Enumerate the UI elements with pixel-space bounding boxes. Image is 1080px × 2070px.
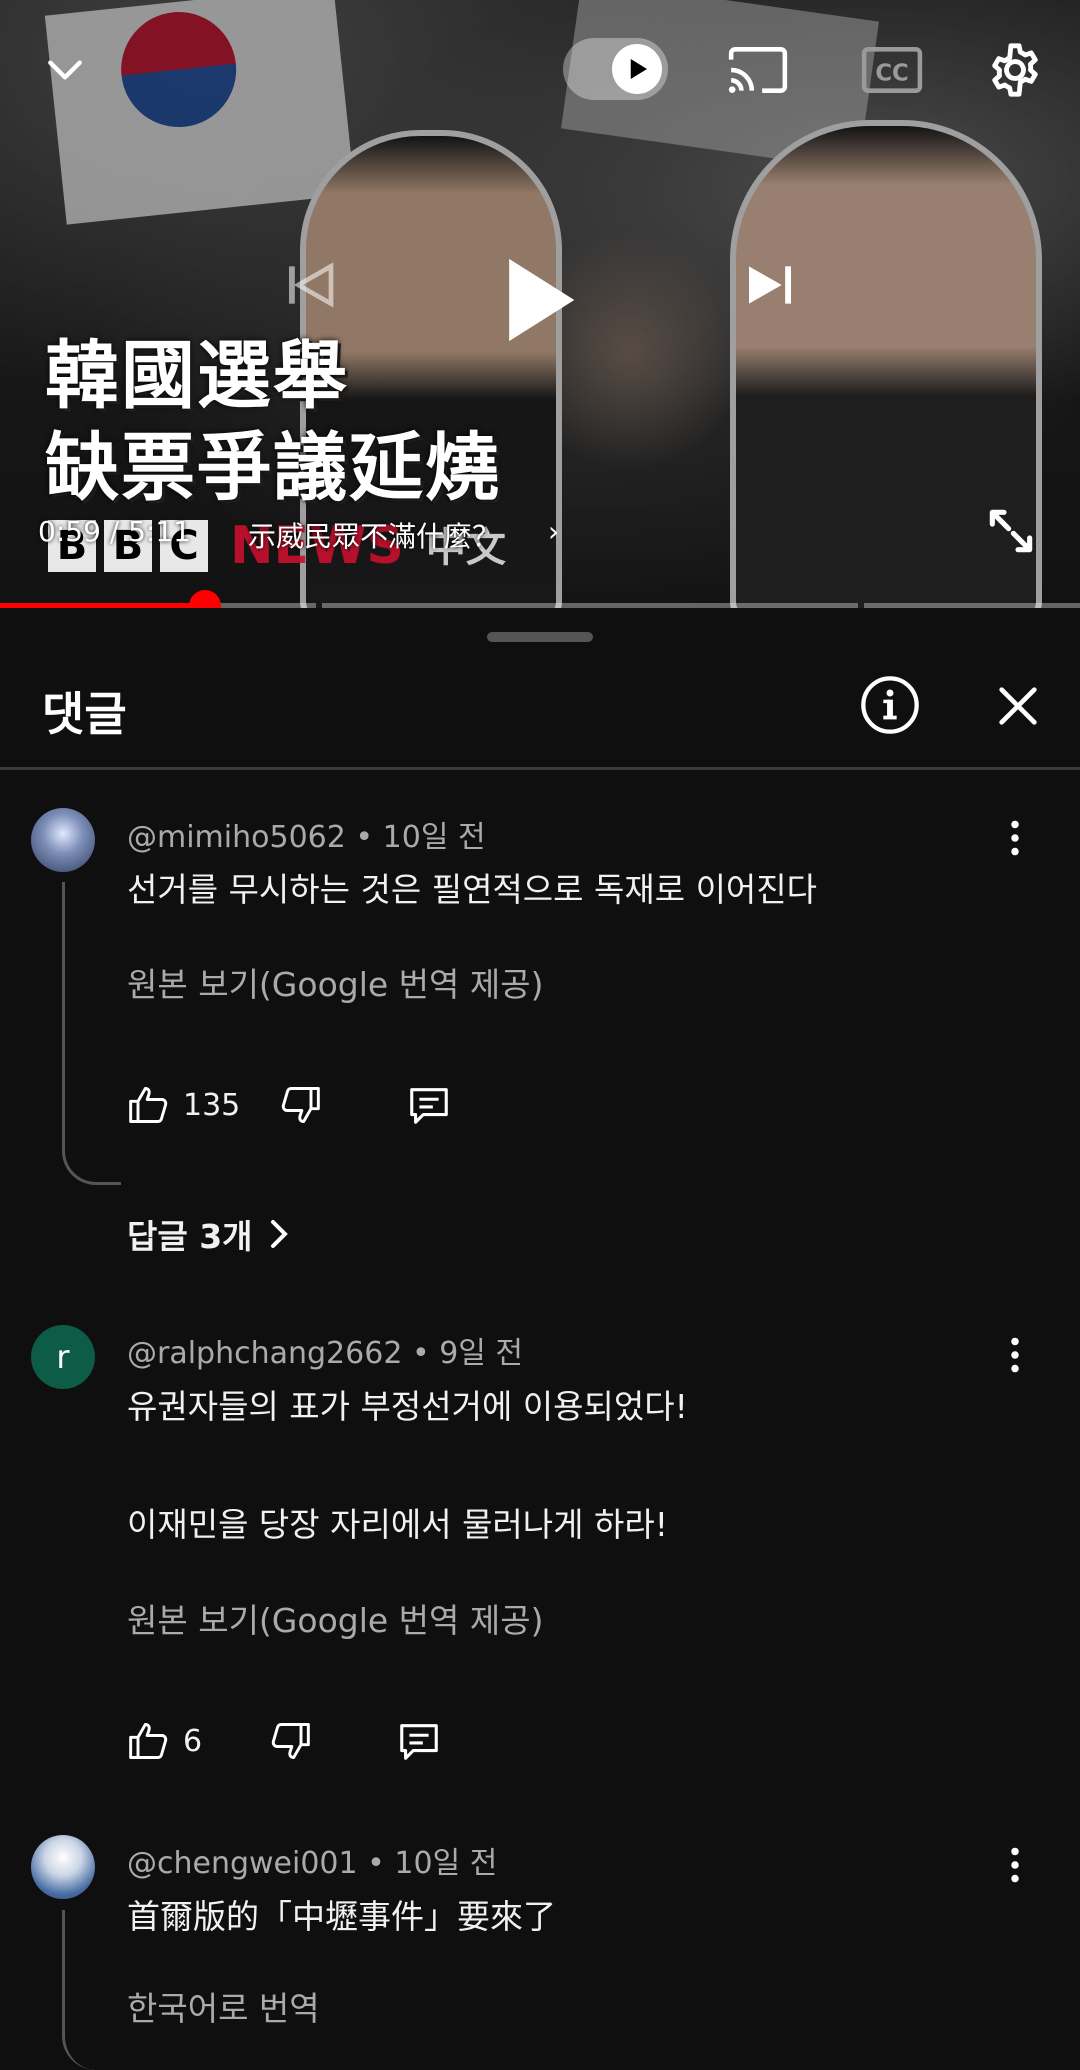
view-replies-button[interactable]: 답글 3개 bbox=[127, 1210, 291, 1258]
cast-icon[interactable] bbox=[718, 30, 798, 110]
replies-label: 답글 3개 bbox=[127, 1217, 253, 1256]
thumbs-up-icon[interactable] bbox=[127, 1083, 171, 1127]
autoplay-toggle-icon bbox=[612, 44, 662, 94]
time-display: 0:59 / 5:11 bbox=[38, 515, 191, 548]
more-options-icon[interactable] bbox=[990, 813, 1040, 863]
comment-meta: @mimiho5062 • 10일 전 bbox=[127, 812, 486, 856]
video-player[interactable]: 韓國選舉 缺票爭議延燒 B B C NEWS 中文 CC 0:59 / 5:11… bbox=[0, 0, 1080, 608]
chapter-segment bbox=[322, 603, 858, 608]
comment-author[interactable]: @mimiho5062 bbox=[127, 820, 346, 855]
translation-toggle[interactable]: 원본 보기(Google 번역 제공) bbox=[127, 1594, 543, 1642]
avatar[interactable] bbox=[31, 1835, 95, 1899]
reply-icon[interactable] bbox=[406, 1082, 452, 1128]
more-options-icon[interactable] bbox=[990, 1330, 1040, 1380]
fullscreen-icon[interactable] bbox=[983, 503, 1043, 563]
comment-meta: @ralphchang2662 • 9일 전 bbox=[127, 1328, 523, 1372]
translation-toggle[interactable]: 한국어로 번역 bbox=[127, 1982, 320, 2030]
close-icon[interactable] bbox=[990, 678, 1046, 734]
comment-meta: @chengwei001 • 10일 전 bbox=[127, 1838, 497, 1882]
panel-title: 댓글 bbox=[42, 687, 127, 741]
chevron-right-icon[interactable]: › bbox=[548, 515, 559, 548]
svg-text:CC: CC bbox=[875, 60, 908, 86]
comment-actions: 135 bbox=[127, 1080, 452, 1130]
meta-separator: • bbox=[355, 820, 374, 855]
progress-played bbox=[0, 603, 206, 608]
chevron-down-icon[interactable] bbox=[30, 30, 100, 110]
thumbs-down-icon[interactable] bbox=[278, 1083, 322, 1127]
meta-separator: • bbox=[367, 1846, 385, 1881]
meta-separator: • bbox=[411, 1336, 430, 1371]
avatar[interactable] bbox=[31, 808, 95, 872]
previous-icon[interactable] bbox=[275, 250, 345, 320]
chapter-segment bbox=[864, 603, 1080, 608]
drag-handle[interactable] bbox=[487, 632, 593, 642]
info-icon[interactable] bbox=[858, 673, 922, 737]
progress-bar[interactable] bbox=[0, 590, 1080, 608]
comment-age: 9일 전 bbox=[439, 1336, 524, 1371]
comment-text-line: 이재민을 당장 자리에서 물러나게 하라! bbox=[127, 1505, 668, 1544]
chapter-title[interactable]: 示威民眾不滿什麼？ bbox=[248, 515, 500, 555]
thread-line bbox=[62, 882, 121, 1185]
comment-text: 선거를 무시하는 것은 필연적으로 독재로 이어진다 bbox=[127, 870, 818, 909]
comment-author[interactable]: @ralphchang2662 bbox=[127, 1336, 402, 1371]
comment-age: 10일 전 bbox=[394, 1846, 498, 1881]
translation-toggle[interactable]: 원본 보기(Google 번역 제공) bbox=[127, 958, 543, 1006]
comment-text: 首爾版的「中壢事件」要來了 bbox=[127, 1897, 556, 1936]
comment-age: 10일 전 bbox=[382, 820, 486, 855]
more-options-icon[interactable] bbox=[990, 1840, 1040, 1890]
thumbs-up-icon[interactable] bbox=[127, 1719, 171, 1763]
comment-author[interactable]: @chengwei001 bbox=[127, 1846, 358, 1881]
thread-line bbox=[62, 1910, 121, 2070]
cc-icon[interactable]: CC bbox=[852, 30, 932, 110]
comment-actions: 6 bbox=[127, 1716, 442, 1766]
autoplay-toggle[interactable] bbox=[563, 38, 668, 100]
play-icon[interactable] bbox=[490, 245, 590, 355]
thumbs-down-icon[interactable] bbox=[268, 1719, 312, 1763]
chevron-right-icon bbox=[270, 1220, 288, 1248]
comments-panel: 댓글 @mimiho5062 • 10일 전 선거를 무시하는 것은 필연적으로… bbox=[0, 610, 1080, 2070]
like-count: 6 bbox=[183, 1723, 203, 1759]
avatar[interactable]: r bbox=[31, 1325, 95, 1389]
video-thumbnail-headline: 韓國選舉 缺票爭議延燒 bbox=[45, 333, 501, 511]
next-icon[interactable] bbox=[735, 250, 805, 320]
reply-icon[interactable] bbox=[396, 1718, 442, 1764]
gear-icon[interactable] bbox=[975, 30, 1055, 110]
like-count: 135 bbox=[183, 1087, 241, 1123]
comment-text-line: 유권자들의 표가 부정선거에 이용되었다! bbox=[127, 1387, 688, 1426]
header-divider bbox=[0, 767, 1080, 770]
